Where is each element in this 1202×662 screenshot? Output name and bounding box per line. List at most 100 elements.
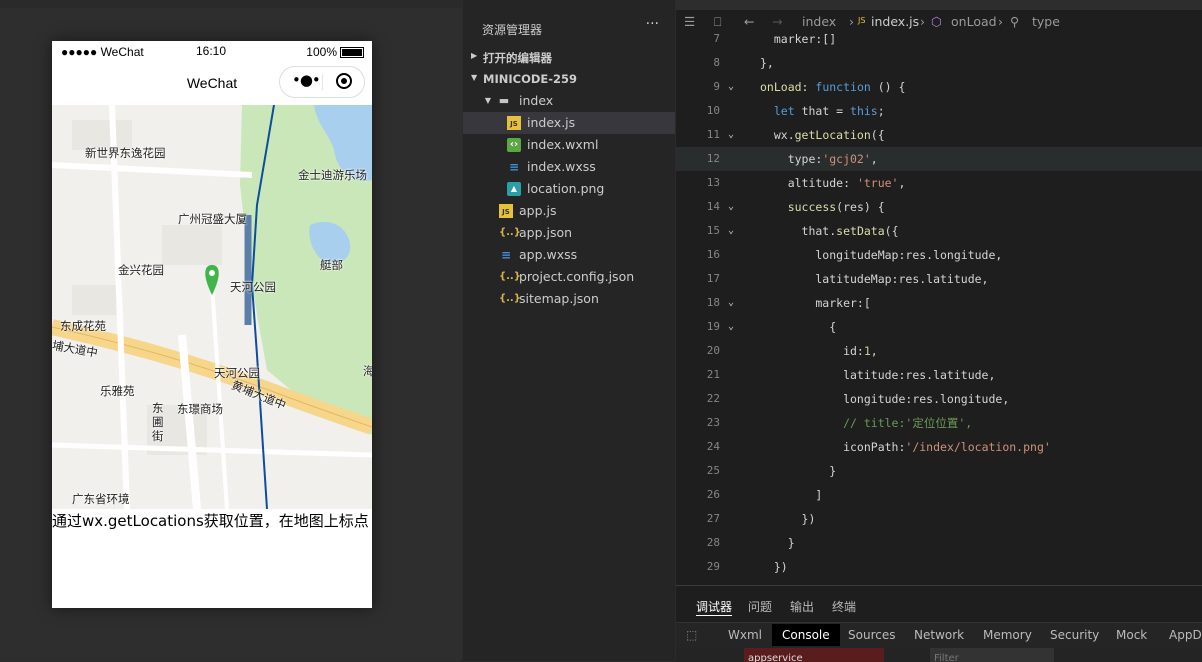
tree-item-label: app.json <box>519 225 573 240</box>
tab-appdata[interactable]: AppD <box>1169 628 1202 642</box>
code-line[interactable]: 20 id:1, <box>676 339 1202 363</box>
code-line[interactable]: 18 ⌄ marker:[ <box>676 291 1202 315</box>
code-line[interactable]: 7 marker:[] <box>676 27 1202 51</box>
explorer-title: 资源管理器 <box>482 23 543 37</box>
context-select[interactable]: appservice <box>744 648 884 662</box>
tab-output[interactable]: 输出 <box>790 598 814 615</box>
tab-security[interactable]: Security <box>1050 628 1099 642</box>
menu-capsule[interactable]: •●• <box>279 66 365 98</box>
map-label: 广东省环境 <box>72 492 130 506</box>
code-line[interactable]: 9 ⌄ onLoad: function () { <box>676 75 1202 99</box>
code-area[interactable]: 7 marker:[] 8}, 9 ⌄ onLoad: function () {10 … <box>676 28 1202 585</box>
code-text: { <box>760 320 837 334</box>
code-text: iconPath:'/index/location.png' <box>760 440 1051 454</box>
code-line[interactable]: 17 latitudeMap:res.latitude, <box>676 267 1202 291</box>
code-line[interactable]: 24 iconPath:'/index/location.png' <box>676 435 1202 459</box>
tab-problems[interactable]: 问题 <box>748 598 772 615</box>
line-number: 17 <box>706 272 720 285</box>
tab-console[interactable]: Console <box>772 624 840 646</box>
tree-item-location-png[interactable]: ▲ location.png <box>463 178 675 200</box>
code-line[interactable]: 26 ] <box>676 483 1202 507</box>
code-line[interactable]: 25 } <box>676 459 1202 483</box>
inspect-icon[interactable]: ⬚ <box>686 628 697 642</box>
code-line[interactable]: 8}, <box>676 51 1202 75</box>
line-number: 24 <box>706 440 720 453</box>
tree-item-label: app.js <box>519 203 557 218</box>
line-number: 27 <box>706 512 720 525</box>
fold-chevron-icon[interactable]: ⌄ <box>728 195 734 219</box>
tree-item-index-folder[interactable]: ▼ ▬ index <box>463 90 675 112</box>
code-line[interactable]: 27 }) <box>676 507 1202 531</box>
json-icon: {..} <box>499 271 521 282</box>
tab-terminal[interactable]: 终端 <box>832 598 856 615</box>
code-text: id:1, <box>760 344 878 358</box>
explorer-panel: 资源管理器 ··· ▶ 打开的编辑器 ▼ MINICODE-259 ▼ ▬ in… <box>463 0 675 661</box>
map-label: 金士迪游乐场 <box>298 168 367 182</box>
console-toolbar: appservice Filter <box>676 648 1202 662</box>
editor-tabstrip <box>676 0 1202 10</box>
wechat-navbar: WeChat •●• <box>52 63 372 105</box>
close-miniprogram-icon[interactable] <box>336 73 352 89</box>
code-line[interactable]: 28 } <box>676 531 1202 555</box>
code-text: latitudeMap:res.latitude, <box>760 272 989 286</box>
code-line[interactable]: 15 ⌄ that.setData({ <box>676 219 1202 243</box>
tree-item-label: index.js <box>527 115 576 130</box>
description-text: 通过wx.getLocations获取位置，在地图上标点 <box>52 512 369 530</box>
tree-item-app-wxss[interactable]: ≡ app.wxss <box>463 244 675 266</box>
project-section[interactable]: ▼ MINICODE-259 <box>463 68 675 90</box>
tree-item-app-js[interactable]: JS app.js <box>463 200 675 222</box>
tree-item-project-config[interactable]: {..} project.config.json <box>463 266 675 288</box>
tab-wxml[interactable]: Wxml <box>728 628 762 642</box>
code-line[interactable]: 12 type:'gcj02', <box>676 147 1202 171</box>
tab-network[interactable]: Network <box>914 628 964 642</box>
code-text: marker:[] <box>760 32 837 46</box>
code-text: // title:'定位位置', <box>760 416 973 430</box>
code-line[interactable]: 21 latitude:res.latitude, <box>676 363 1202 387</box>
line-number: 8 <box>713 56 720 69</box>
code-line[interactable]: 23 // title:'定位位置', <box>676 411 1202 435</box>
chevron-right-icon: ▶ <box>471 51 478 60</box>
tree-item-app-json[interactable]: {..} app.json <box>463 222 675 244</box>
image-icon: ▲ <box>507 182 521 196</box>
open-editors-section[interactable]: ▶ 打开的编辑器 <box>463 46 675 68</box>
tab-sources[interactable]: Sources <box>848 628 895 642</box>
simulator-toolbar <box>0 0 462 8</box>
map-label: 海 <box>363 364 372 378</box>
fold-chevron-icon[interactable]: ⌄ <box>728 315 734 339</box>
code-text: } <box>760 536 795 550</box>
code-text: onLoad: function () { <box>760 80 906 94</box>
fold-chevron-icon[interactable]: ⌄ <box>728 123 734 147</box>
code-editor[interactable]: ☰ ⎕ ← → index › JS index.js › ⬡ onLoad ›… <box>676 0 1202 585</box>
line-number: 19 <box>706 320 720 333</box>
battery-icon <box>340 47 364 59</box>
code-line[interactable]: 13 altitude: 'true', <box>676 171 1202 195</box>
chevron-down-icon: ▼ <box>484 96 492 105</box>
code-line[interactable]: 10 let that = this; <box>676 99 1202 123</box>
fold-chevron-icon[interactable]: ⌄ <box>728 75 734 99</box>
js-icon: JS <box>858 16 866 25</box>
fold-chevron-icon[interactable]: ⌄ <box>728 291 734 315</box>
code-line[interactable]: 19 ⌄ { <box>676 315 1202 339</box>
tab-mock[interactable]: Mock <box>1116 628 1147 642</box>
tree-item-sitemap[interactable]: {..} sitemap.json <box>463 288 675 310</box>
code-line[interactable]: 22 longitude:res.longitude, <box>676 387 1202 411</box>
tree-item-index-js[interactable]: JS index.js <box>463 112 675 134</box>
code-line[interactable]: 14 ⌄ success(res) { <box>676 195 1202 219</box>
code-line[interactable]: 29 }) <box>676 555 1202 579</box>
tree-item-label: project.config.json <box>519 269 635 284</box>
fold-chevron-icon[interactable]: ⌄ <box>728 219 734 243</box>
code-text: } <box>760 464 837 478</box>
more-dots-icon[interactable]: •●• <box>292 71 321 89</box>
more-actions-icon[interactable]: ··· <box>646 16 659 32</box>
open-editors-label: 打开的编辑器 <box>483 51 552 65</box>
tab-memory[interactable]: Memory <box>983 628 1032 642</box>
code-line[interactable]: 16 longitudeMap:res.longitude, <box>676 243 1202 267</box>
map-view[interactable]: 新世界东逸花园 金士迪游乐场 广州冠盛大厦 金兴花园 艇部 天河公园 东成花苑 … <box>52 105 372 509</box>
map-label: 东璟商场 <box>177 402 223 416</box>
tree-item-index-wxml[interactable]: ‹› index.wxml <box>463 134 675 156</box>
tree-item-index-wxss[interactable]: ≡ index.wxss <box>463 156 675 178</box>
battery-text: 100% <box>306 45 337 59</box>
filter-input[interactable]: Filter <box>930 648 1054 662</box>
tab-debugger[interactable]: 调试器 <box>696 598 733 616</box>
code-line[interactable]: 11 ⌄ wx.getLocation({ <box>676 123 1202 147</box>
